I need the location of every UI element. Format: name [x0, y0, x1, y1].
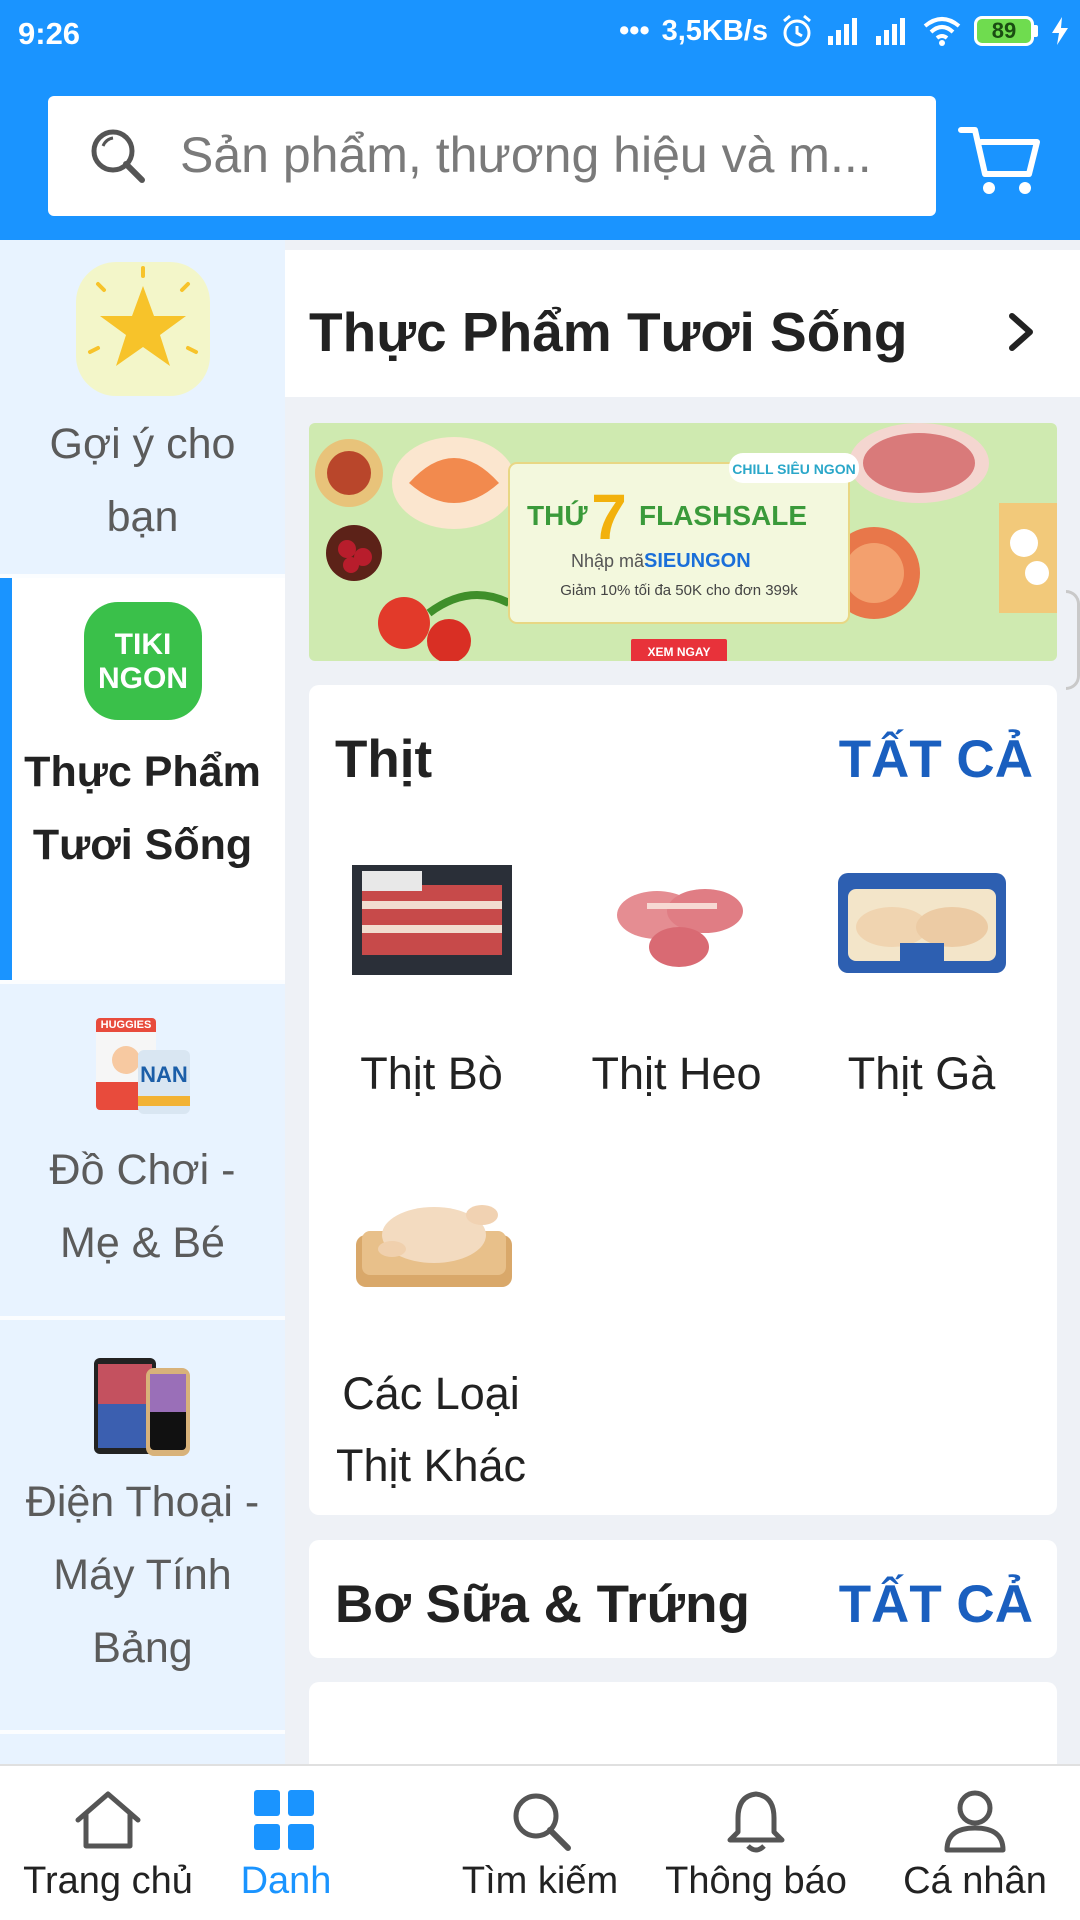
status-bar: 9:26 ••• 3,5KB/s 89 [0, 0, 1080, 72]
search-input[interactable]: Sản phẩm, thương hiệu và m... [48, 96, 936, 216]
battery-level: 89 [974, 16, 1034, 46]
nav-search[interactable]: Tìm kiếm [440, 1766, 640, 1920]
banner-tag: CHILL SIÊU NGON [732, 460, 855, 477]
sidebar-item-label: Gợi ý cho bạn [49, 420, 236, 541]
network-speed: 3,5KB/s [661, 14, 768, 47]
bell-icon [727, 1791, 785, 1853]
status-time: 9:26 [18, 16, 81, 51]
section-title: Thịt [335, 730, 433, 789]
section-card-meat: Thịt TẤT CẢ Thịt Bò Thịt Heo Thịt Gà Các… [309, 685, 1057, 1515]
product-name: Các Loại Thịt Khác [335, 1368, 527, 1491]
svg-text:NAN: NAN [140, 1062, 188, 1087]
alarm-icon [783, 14, 811, 47]
flashsale-banner[interactable]: CHILL SIÊU NGON THỨ 7 FLASHSALE Nhập mã … [309, 423, 1057, 661]
star-icon [75, 262, 210, 396]
logo-text-tiki: TIKI [114, 628, 171, 661]
banner-code: SIEUNGON [644, 550, 751, 572]
active-pointer [258, 744, 285, 796]
category-sidebar: Gợi ý cho bạn TIKI NGON Thực Phẩm Tươi S… [0, 240, 285, 1764]
chicken-pack-image [837, 873, 1006, 973]
banner-discount-line: Giảm 10% tối đa 50K cho đơn 399k [560, 582, 798, 599]
see-all-link[interactable]: TẤT CẢ [839, 1574, 1033, 1635]
sidebar-item-toys-baby[interactable]: HUGGIES NAN Đồ Chơi - Mẹ & Bé [0, 984, 285, 1316]
nav-profile[interactable]: Cá nhân [880, 1766, 1070, 1920]
home-icon [75, 1791, 141, 1849]
beef-pack-image [351, 865, 512, 975]
sidebar-item-label: Điện Thoại - Máy Tính Bảng [25, 1478, 260, 1672]
banner-title-right: FLASHSALE [639, 500, 807, 531]
status-indicators: ••• 3,5KB/s 89 [619, 14, 1070, 48]
product-tile-beef[interactable]: Thịt Bò [309, 855, 554, 1110]
tomato-image [378, 597, 430, 649]
sidebar-item-label: Thực Phẩm Tươi Sống [24, 748, 261, 869]
signal-icon-2 [876, 18, 905, 45]
scroll-handle[interactable] [1066, 590, 1080, 690]
sidebar-item-fresh-food[interactable]: TIKI NGON Thực Phẩm Tươi Sống [0, 578, 285, 980]
battery-indicator: 89 [974, 16, 1038, 46]
search-icon [91, 129, 145, 183]
search-icon [513, 1793, 571, 1851]
banner-title-number: 7 [591, 481, 627, 553]
baby-products-icon: HUGGIES NAN [95, 1018, 190, 1114]
category-title: Thực Phẩm Tươi Sống [309, 301, 908, 363]
product-name: Thịt Bò [360, 1048, 503, 1099]
logo-text-ngon: NGON [98, 662, 188, 695]
category-content: Thực Phẩm Tươi Sống CHILL SIÊU NGON THỨ … [285, 240, 1080, 1764]
search-placeholder: Sản phẩm, thương hiệu và m... [180, 127, 872, 183]
phones-tablet-icon [93, 1358, 190, 1456]
product-tile-other-meat[interactable]: Các Loại Thịt Khác [309, 1175, 554, 1502]
product-name: Thịt Heo [591, 1048, 762, 1099]
signal-icon [828, 18, 857, 45]
nav-label: Thông báo [665, 1860, 847, 1902]
banner-cta-label: XEM NGAY [648, 645, 711, 659]
chevron-right-icon [1009, 313, 1033, 351]
svg-text:HUGGIES: HUGGIES [100, 1019, 151, 1031]
sidebar-item-label: Đồ Chơi - Mẹ & Bé [49, 1146, 236, 1267]
banner-title-left: THỨ [527, 500, 588, 531]
cart-icon[interactable] [955, 112, 1045, 202]
app-header: 9:26 ••• 3,5KB/s 89 Sản phẩm, thương hiệ… [0, 0, 1080, 240]
nav-home[interactable]: Trang chủ [0, 1766, 216, 1920]
see-all-link[interactable]: TẤT CẢ [839, 729, 1033, 790]
product-name: Thịt Gà [847, 1048, 996, 1099]
nav-label: Trang chủ [23, 1860, 193, 1902]
nav-label: Tìm kiếm [461, 1860, 619, 1902]
product-tile-chicken[interactable]: Thịt Gà [799, 855, 1044, 1110]
section-card-next [309, 1682, 1057, 1764]
section-card-dairy-eggs: Bơ Sữa & Trứng TẤT CẢ [309, 1540, 1057, 1658]
status-dots: ••• [619, 14, 650, 47]
tiki-ngon-logo: TIKI NGON [83, 602, 202, 720]
product-tile-pork[interactable]: Thịt Heo [554, 855, 799, 1110]
section-title: Bơ Sữa & Trứng [335, 1575, 750, 1634]
category-header[interactable]: Thực Phẩm Tươi Sống [285, 250, 1080, 397]
banner-code-prefix: Nhập mã [571, 551, 645, 571]
sidebar-item-suggestions[interactable]: Gợi ý cho bạn [0, 260, 285, 590]
pork-ribs-image [616, 889, 743, 967]
user-icon [944, 1790, 1006, 1853]
whole-chicken-image [355, 1205, 512, 1287]
nav-categories[interactable]: Danh [216, 1766, 356, 1920]
sidebar-item-phones-tablets[interactable]: Điện Thoại - Máy Tính Bảng [0, 1320, 285, 1740]
charging-icon [1052, 17, 1068, 45]
nav-label: Cá nhân [903, 1860, 1047, 1902]
grid-icon [254, 1790, 314, 1850]
nav-label: Danh [240, 1860, 332, 1902]
wifi-icon [923, 17, 961, 46]
bottom-navigation: Trang chủ Danh Tìm kiếm Thông báo Cá nhâ… [0, 1764, 1080, 1920]
active-indicator [0, 578, 12, 980]
nav-notifications[interactable]: Thông báo [656, 1766, 856, 1920]
